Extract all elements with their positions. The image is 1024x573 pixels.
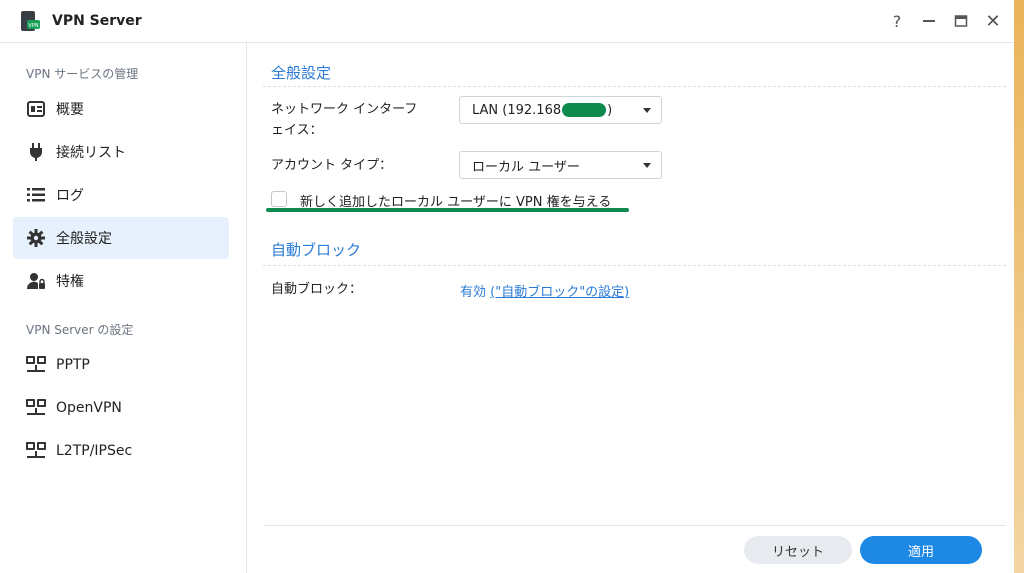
help-button[interactable]: ?	[886, 10, 908, 32]
chevron-down-icon	[643, 163, 651, 168]
section-label-vpn-service: VPN サービスの管理	[26, 67, 139, 81]
autoblock-status: 有効	[460, 285, 487, 300]
network-icon	[26, 355, 46, 375]
network-interface-value-suffix: )	[607, 102, 613, 118]
sidebar-item-label: 特権	[56, 274, 84, 290]
network-icon	[26, 398, 46, 418]
account-type-select[interactable]: ローカル ユーザー	[459, 151, 662, 179]
section-label-vpn-server-settings: VPN Server の設定	[26, 323, 134, 337]
sidebar-item-privileges[interactable]: 特権	[13, 260, 229, 302]
vpn-app-icon: VPN	[20, 11, 40, 31]
reset-button[interactable]: リセット	[744, 536, 852, 564]
sidebar-item-label: 接続リスト	[56, 145, 126, 161]
account-type-label: アカウント タイプ：	[271, 158, 393, 173]
chevron-down-icon	[643, 108, 651, 113]
sidebar-item-connection-list[interactable]: 接続リスト	[13, 131, 229, 173]
user-lock-icon	[26, 271, 46, 291]
sidebar-item-l2tp-ipsec[interactable]: L2TP/IPSec	[13, 430, 229, 472]
svg-text:VPN: VPN	[28, 23, 38, 29]
network-interface-label: ネットワーク インターフ ェイス：	[271, 99, 417, 141]
sidebar-item-overview[interactable]: 概要	[13, 88, 229, 130]
apply-button[interactable]: 適用	[860, 536, 982, 564]
sidebar-item-label: ログ	[56, 188, 84, 204]
title-bar: VPN VPN Server ? ✕	[0, 0, 1014, 43]
autoblock-title: 自動ブロック	[271, 241, 362, 259]
network-interface-label-line1: ネットワーク インターフ	[271, 102, 418, 117]
minimize-icon	[923, 20, 935, 22]
sidebar-item-label: OpenVPN	[56, 400, 122, 416]
sidebar-item-openvpn[interactable]: OpenVPN	[13, 387, 229, 429]
sidebar-item-log[interactable]: ログ	[13, 174, 229, 216]
plug-icon	[26, 142, 46, 162]
network-interface-select[interactable]: LAN (192.168 )	[459, 96, 662, 124]
network-interface-label-line2: ェイス：	[271, 123, 323, 138]
gear-icon	[26, 228, 46, 248]
general-settings-title: 全般設定	[271, 64, 332, 82]
highlight-underline	[266, 208, 629, 212]
maximize-icon	[954, 15, 968, 27]
divider	[263, 265, 1006, 266]
redaction-mark	[562, 103, 607, 117]
overview-icon	[26, 99, 46, 119]
network-interface-value-prefix: LAN (192.168	[472, 102, 562, 118]
autoblock-link[interactable]: 有効 ("自動ブロック"の設定)	[460, 281, 629, 300]
window-title: VPN Server	[52, 13, 142, 29]
sidebar-item-label: L2TP/IPSec	[56, 443, 133, 459]
main-content: 全般設定 ネットワーク インターフ ェイス： LAN (192.168 ) アカ…	[247, 43, 1014, 573]
sidebar-item-general-settings[interactable]: 全般設定	[13, 217, 229, 259]
divider	[263, 86, 1006, 87]
sidebar: VPN サービスの管理 概要 接続リスト ログ 全般設定 特権 VPN Serv…	[0, 43, 247, 573]
footer-divider	[263, 525, 1006, 526]
grant-vpn-checkbox[interactable]	[271, 191, 287, 207]
sidebar-item-label: 全般設定	[56, 231, 112, 247]
maximize-button[interactable]	[950, 10, 972, 32]
sidebar-item-pptp[interactable]: PPTP	[13, 344, 229, 386]
autoblock-label: 自動ブロック：	[271, 282, 363, 297]
close-button[interactable]: ✕	[982, 10, 1004, 32]
desktop-background-edge	[1014, 0, 1024, 573]
network-icon	[26, 441, 46, 461]
autoblock-settings-link[interactable]: ("自動ブロック"の設定)	[490, 285, 629, 300]
sidebar-item-label: PPTP	[56, 357, 90, 373]
account-type-value: ローカル ユーザー	[472, 159, 580, 175]
list-icon	[26, 185, 46, 205]
minimize-button[interactable]	[918, 10, 940, 32]
vpn-server-window: VPN VPN Server ? ✕ VPN サービスの管理 概要 接続リスト	[0, 0, 1024, 573]
sidebar-item-label: 概要	[56, 102, 84, 118]
